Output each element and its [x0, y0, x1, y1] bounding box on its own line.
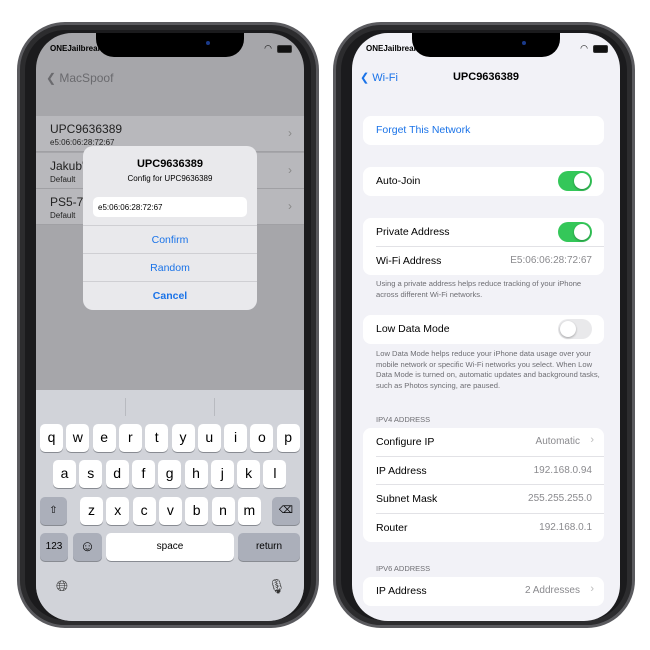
- chevron-right-icon: ›: [288, 126, 292, 140]
- chevron-left-icon: ❮: [360, 72, 373, 84]
- key-j[interactable]: j: [210, 460, 234, 488]
- key-s[interactable]: s: [79, 460, 103, 488]
- microphone-icon[interactable]: 🎙︎: [268, 578, 286, 595]
- return-key[interactable]: return: [238, 533, 300, 561]
- space-key[interactable]: space: [106, 533, 234, 561]
- back-button[interactable]: ❮ MacSpoof: [46, 71, 113, 85]
- info-row: IP Address 192.168.0.94: [376, 457, 604, 485]
- low-data-note: Low Data Mode helps reduce your iPhone d…: [376, 349, 600, 390]
- ipv4-header: IPV4 ADDRESS: [376, 415, 431, 424]
- carrier-label: ONEJailbreak: [366, 44, 419, 53]
- wifi-address-label: Wi-Fi Address: [376, 254, 442, 267]
- chevron-right-icon: ›: [590, 434, 594, 446]
- delete-icon[interactable]: ⌫: [272, 497, 300, 525]
- key-f[interactable]: f: [131, 460, 155, 488]
- carrier-label: ONEJailbreak: [50, 44, 103, 53]
- left-screen: ONEJailbreak ◠ ❮ MacSpoof UPC9636389 e5:0…: [36, 33, 304, 621]
- row-label: Subnet Mask: [376, 493, 438, 505]
- key-v[interactable]: v: [158, 497, 182, 525]
- dialog-title: UPC9636389: [136, 158, 204, 170]
- private-address-toggle[interactable]: [558, 222, 592, 242]
- network-detail: Default: [50, 211, 76, 220]
- row-label: Configure IP: [376, 436, 435, 448]
- low-data-mode-label: Low Data Mode: [376, 323, 450, 335]
- keyboard: q w e r t y u i o p a s d f g h j k l z x c v b n m ⇧ ⌫ 123 ☺ space ret…: [36, 390, 304, 621]
- key-h[interactable]: h: [184, 460, 208, 488]
- info-row: Subnet Mask 255.255.255.0: [376, 485, 604, 514]
- row-value: 255.255.255.0: [528, 493, 592, 504]
- dialog-message: Config for UPC9636389: [127, 174, 213, 183]
- row-value: 2 Addresses: [524, 585, 580, 596]
- suggestion-divider: [214, 398, 215, 416]
- numbers-key[interactable]: 123: [40, 533, 68, 561]
- back-button[interactable]: ❮ Wi-Fi: [360, 71, 398, 84]
- key-w[interactable]: w: [66, 424, 90, 452]
- low-data-mode-toggle[interactable]: [558, 319, 592, 339]
- key-m[interactable]: m: [237, 497, 261, 525]
- battery-icon: [593, 44, 608, 53]
- notch: [412, 33, 560, 57]
- row-label: IP Address: [376, 585, 427, 597]
- key-p[interactable]: p: [276, 424, 300, 452]
- globe-icon[interactable]: 🌐︎: [56, 578, 68, 595]
- emoji-icon[interactable]: ☺: [73, 533, 102, 561]
- key-x[interactable]: x: [106, 497, 130, 525]
- forget-network-button[interactable]: Forget This Network: [376, 124, 470, 136]
- key-o[interactable]: o: [250, 424, 274, 452]
- info-row[interactable]: IP Address 2 Addresses ›: [376, 577, 604, 606]
- key-e[interactable]: e: [92, 424, 116, 452]
- row-label: IP Address: [376, 464, 427, 477]
- network-name: UPC9636389: [50, 122, 123, 136]
- right-screen: ONEJailbreak ◠ ❮ Wi-Fi UPC9636389 Forget…: [352, 33, 620, 621]
- wifi-icon: ◠: [264, 43, 272, 53]
- auto-join-label: Auto-Join: [376, 175, 421, 187]
- key-y[interactable]: y: [171, 424, 195, 452]
- suggestion-divider: [125, 398, 126, 416]
- chevron-right-icon: ›: [288, 199, 292, 213]
- key-a[interactable]: a: [53, 460, 76, 488]
- chevron-right-icon: ›: [288, 162, 292, 177]
- row-value: 192.168.0.1: [539, 521, 592, 533]
- wifi-icon: ◠: [580, 43, 588, 53]
- key-b[interactable]: b: [185, 497, 209, 525]
- info-row[interactable]: Configure IP Automatic ›: [376, 428, 604, 457]
- row-label: Router: [376, 521, 408, 534]
- auto-join-toggle[interactable]: [558, 171, 592, 191]
- row-value: 192.168.0.94: [533, 464, 592, 476]
- battery-icon: [277, 44, 292, 53]
- key-u[interactable]: u: [197, 424, 221, 452]
- notch: [96, 33, 244, 57]
- row-value: Automatic: [535, 436, 580, 447]
- key-i[interactable]: i: [224, 424, 248, 452]
- key-c[interactable]: c: [132, 497, 156, 525]
- chevron-right-icon: ›: [590, 583, 594, 595]
- key-r[interactable]: r: [118, 424, 142, 452]
- key-l[interactable]: l: [263, 460, 287, 488]
- key-d[interactable]: d: [105, 460, 129, 488]
- private-address-note: Using a private address helps reduce tra…: [376, 279, 582, 299]
- random-button[interactable]: Random: [83, 253, 257, 281]
- key-n[interactable]: n: [211, 497, 235, 525]
- private-address-label: Private Address: [376, 226, 450, 238]
- ipv6-header: IPV6 ADDRESS: [376, 564, 431, 573]
- key-q[interactable]: q: [40, 424, 63, 452]
- chevron-left-icon: ❮: [46, 71, 60, 85]
- key-z[interactable]: z: [80, 497, 103, 525]
- cancel-button[interactable]: Cancel: [83, 281, 257, 309]
- network-detail: Default: [50, 174, 76, 184]
- shift-icon[interactable]: ⇧: [40, 497, 67, 525]
- config-dialog: UPC9636389 Config for UPC9636389 Confirm…: [83, 146, 257, 310]
- key-g[interactable]: g: [158, 460, 182, 488]
- wifi-address-value: E5:06:06:28:72:67: [510, 254, 592, 266]
- key-t[interactable]: t: [145, 424, 169, 452]
- mac-address-input[interactable]: [93, 197, 247, 217]
- key-k[interactable]: k: [237, 460, 261, 488]
- info-row: Router 192.168.0.1: [376, 514, 604, 543]
- confirm-button[interactable]: Confirm: [83, 225, 257, 253]
